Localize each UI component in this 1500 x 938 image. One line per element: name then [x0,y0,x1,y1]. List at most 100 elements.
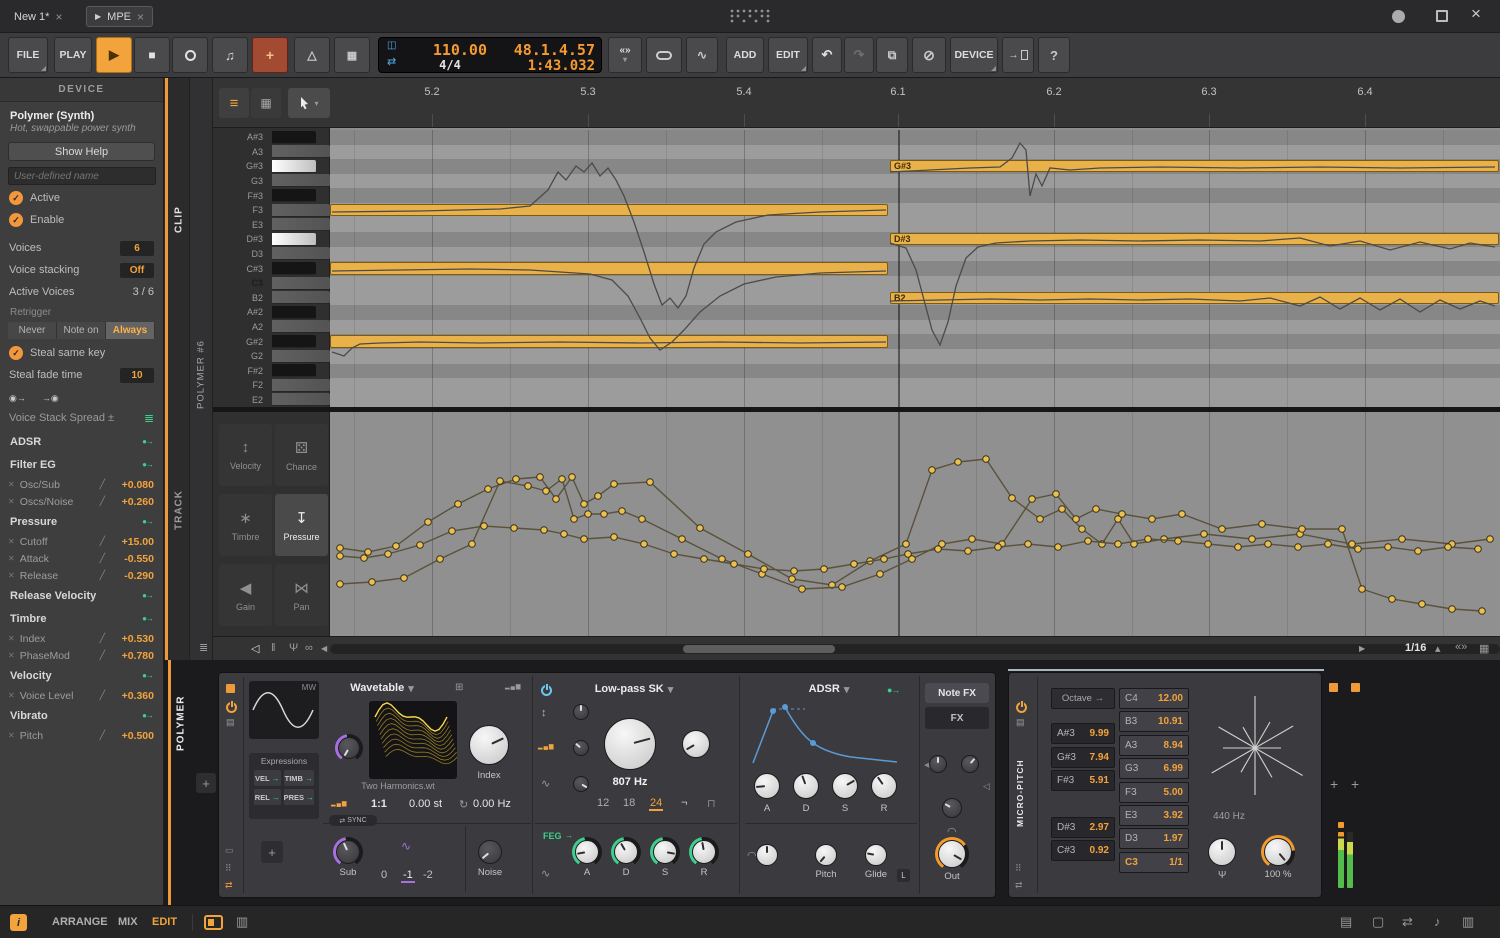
mpe-mode-icon[interactable]: Ψ [289,642,298,654]
keytrack-bars-icon[interactable]: ▂▄▆ [331,800,347,807]
expression-lane-chance[interactable]: ⚄Chance [275,424,328,486]
micropitch-note-F3[interactable]: F35.00 [1119,782,1189,803]
fx-speaker-icon[interactable]: ◁ [983,781,990,792]
expression-lane-timbre[interactable]: ∗Timbre [219,494,272,556]
note-D#3[interactable]: D#3 [890,233,1499,245]
remove-mapping-icon[interactable]: ✕ [8,731,15,740]
slope-18[interactable]: 18 [623,797,635,809]
quantize-button[interactable]: «»▾ [608,37,642,73]
expression-lane-pressure[interactable]: ↧Pressure [275,494,328,556]
micropitch-note-value[interactable]: 8.94 [1164,740,1183,751]
piano-key-A2[interactable] [272,320,330,333]
note-G#3[interactable]: G#3 [890,160,1499,172]
sub-octave-minus1[interactable]: -1 [401,869,415,883]
adsr-mod-route-icon[interactable]: ●→ [887,685,899,695]
mapping-curve-icon[interactable]: ╱ [100,730,105,741]
micropitch-note-C3[interactable]: C31/1 [1119,852,1189,873]
mod-source-timbre[interactable]: Timbre●→ [0,607,163,630]
note-fx-tab[interactable]: Note FX [925,683,989,703]
polymer-panel-icon[interactable]: ▤ [226,717,235,728]
feg-sustain-knob[interactable] [653,840,677,864]
micropitch-grid-icon[interactable]: ⠿ [1015,863,1022,874]
fit-view-icon[interactable]: ▦ [1479,642,1489,655]
mod-amount-value[interactable]: +15.00 [110,536,154,548]
add-device-button[interactable]: + [196,773,216,793]
mod-target-row[interactable]: ✕Attack╱-0.550 [0,550,163,567]
audition-button[interactable]: ♫ [212,37,248,73]
expression-vel-button[interactable]: VEL→ [254,770,281,786]
cutoff-knob[interactable] [604,718,656,770]
grid-size-up-icon[interactable]: ▴ [1435,642,1441,655]
enable-checkbox[interactable]: ✓ [9,213,23,227]
wavetable-expand-icon[interactable]: ⊞ [455,682,463,693]
micropitch-note-D#3[interactable]: D#32.97 [1051,817,1115,838]
mod-amount-value[interactable]: +0.360 [110,690,154,702]
micropitch-note-G3[interactable]: G36.99 [1119,758,1189,779]
filter-env-amount-knob[interactable] [573,704,589,720]
envelope-select[interactable]: ADSR▾ [779,683,879,696]
lanes-toggle-icon[interactable]: ▥ [236,914,248,930]
note-B2[interactable]: B2 [890,292,1499,304]
maximize-icon[interactable] [1436,10,1448,22]
micropitch-note-value[interactable]: 12.00 [1158,693,1183,704]
micropitch-octave-header[interactable]: Octave → [1051,688,1115,709]
pitch-knob[interactable] [815,844,837,866]
browser-panel-icon[interactable]: ▤ [1340,914,1352,930]
mod-amount-value[interactable]: -0.290 [110,570,154,582]
steal-same-key-checkbox[interactable]: ✓ [9,346,23,360]
song-position[interactable]: 48.1.4.57 [491,41,595,59]
note-G#2[interactable] [330,335,888,347]
filter-lfo-icon[interactable]: ∿ [541,777,550,790]
fx-tab[interactable]: FX [925,707,989,729]
filter-slider-icon[interactable]: ↕ [541,707,547,719]
device-name-input[interactable] [8,167,156,185]
slope-12[interactable]: 12 [597,797,609,809]
adsr-attack-knob[interactable] [754,773,780,799]
h-scrollbar-track[interactable] [330,644,1500,654]
micropitch-note-A#3[interactable]: A#39.99 [1051,723,1115,744]
add-device-plus-1[interactable]: + [1330,776,1338,792]
note-in-icon[interactable]: ◉→ [9,393,26,404]
osc-ratio-value[interactable]: 1:1 [371,798,387,810]
mod-amount-value[interactable]: +0.080 [110,479,154,491]
adsr-envelope-display[interactable] [747,701,915,767]
notefx-send-knob[interactable] [929,755,947,773]
adsr-sustain-knob[interactable] [832,773,858,799]
mod-target-row[interactable]: ✕Pitch╱+0.500 [0,727,163,744]
micropitch-amount-knob[interactable] [1264,838,1292,866]
polymer-power-button[interactable] [226,702,237,713]
modwheel-display[interactable]: MW [249,681,319,739]
mod-amount-value[interactable]: +0.530 [110,633,154,645]
expression-lane-pan[interactable]: ⋈Pan [275,564,328,626]
adsr-decay-knob[interactable] [793,773,819,799]
piano-key-A3[interactable] [272,145,330,158]
tool-select-button[interactable]: ▾ [288,88,330,118]
piano-key-D#3[interactable] [272,233,316,246]
automation-follow-button[interactable]: ∿ [686,37,718,73]
mod-amount-value[interactable]: +0.500 [110,730,154,742]
expression-pres-button[interactable]: PRES→ [284,789,314,805]
zoom-nav-icon[interactable]: «» [1455,641,1467,653]
mapping-curve-icon[interactable]: ╱ [100,650,105,661]
ruler-label-6.1[interactable]: 6.1 [878,86,918,98]
micropitch-io-icon[interactable]: ⇄ [1015,880,1023,891]
wavetable-bars-icon[interactable]: ▂▄▆ [505,683,521,690]
mapping-curve-icon[interactable]: ╱ [100,690,105,701]
h-scrollbar-thumb[interactable] [683,645,835,653]
mapping-curve-icon[interactable]: ╱ [100,570,105,581]
micropitch-note-value[interactable]: 1/1 [1169,857,1183,868]
wavetable-display[interactable] [369,701,457,779]
ruler-label-5.2[interactable]: 5.2 [412,86,452,98]
retrigger-option-always[interactable]: Always [106,322,155,339]
piano-key-E2[interactable] [272,393,330,406]
loop-button[interactable] [646,37,682,73]
play-menu-button[interactable]: PLAY [54,37,92,73]
file-button[interactable]: FILE [8,37,48,73]
micropitch-note-value[interactable]: 0.92 [1090,845,1109,856]
mod-target-row[interactable]: ✕Index╱+0.530 [0,630,163,647]
note-F3[interactable] [330,204,888,216]
micropitch-note-value[interactable]: 10.91 [1158,716,1183,727]
remove-mapping-icon[interactable]: ✕ [8,554,15,563]
expression-lane-velocity[interactable]: ↕Velocity [219,424,272,486]
piano-key-F#2[interactable] [272,364,316,377]
